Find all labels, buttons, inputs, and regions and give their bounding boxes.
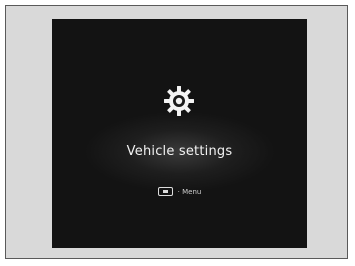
screen-title: Vehicle settings <box>126 144 233 159</box>
vehicle-display-screen: Vehicle settings · Menu <box>52 19 307 248</box>
menu-button-icon <box>157 187 173 196</box>
menu-hint: · Menu <box>52 187 307 196</box>
menu-hint-label: · Menu <box>177 187 202 196</box>
gear-icon <box>164 86 194 116</box>
figure-frame: Vehicle settings · Menu <box>5 5 348 259</box>
